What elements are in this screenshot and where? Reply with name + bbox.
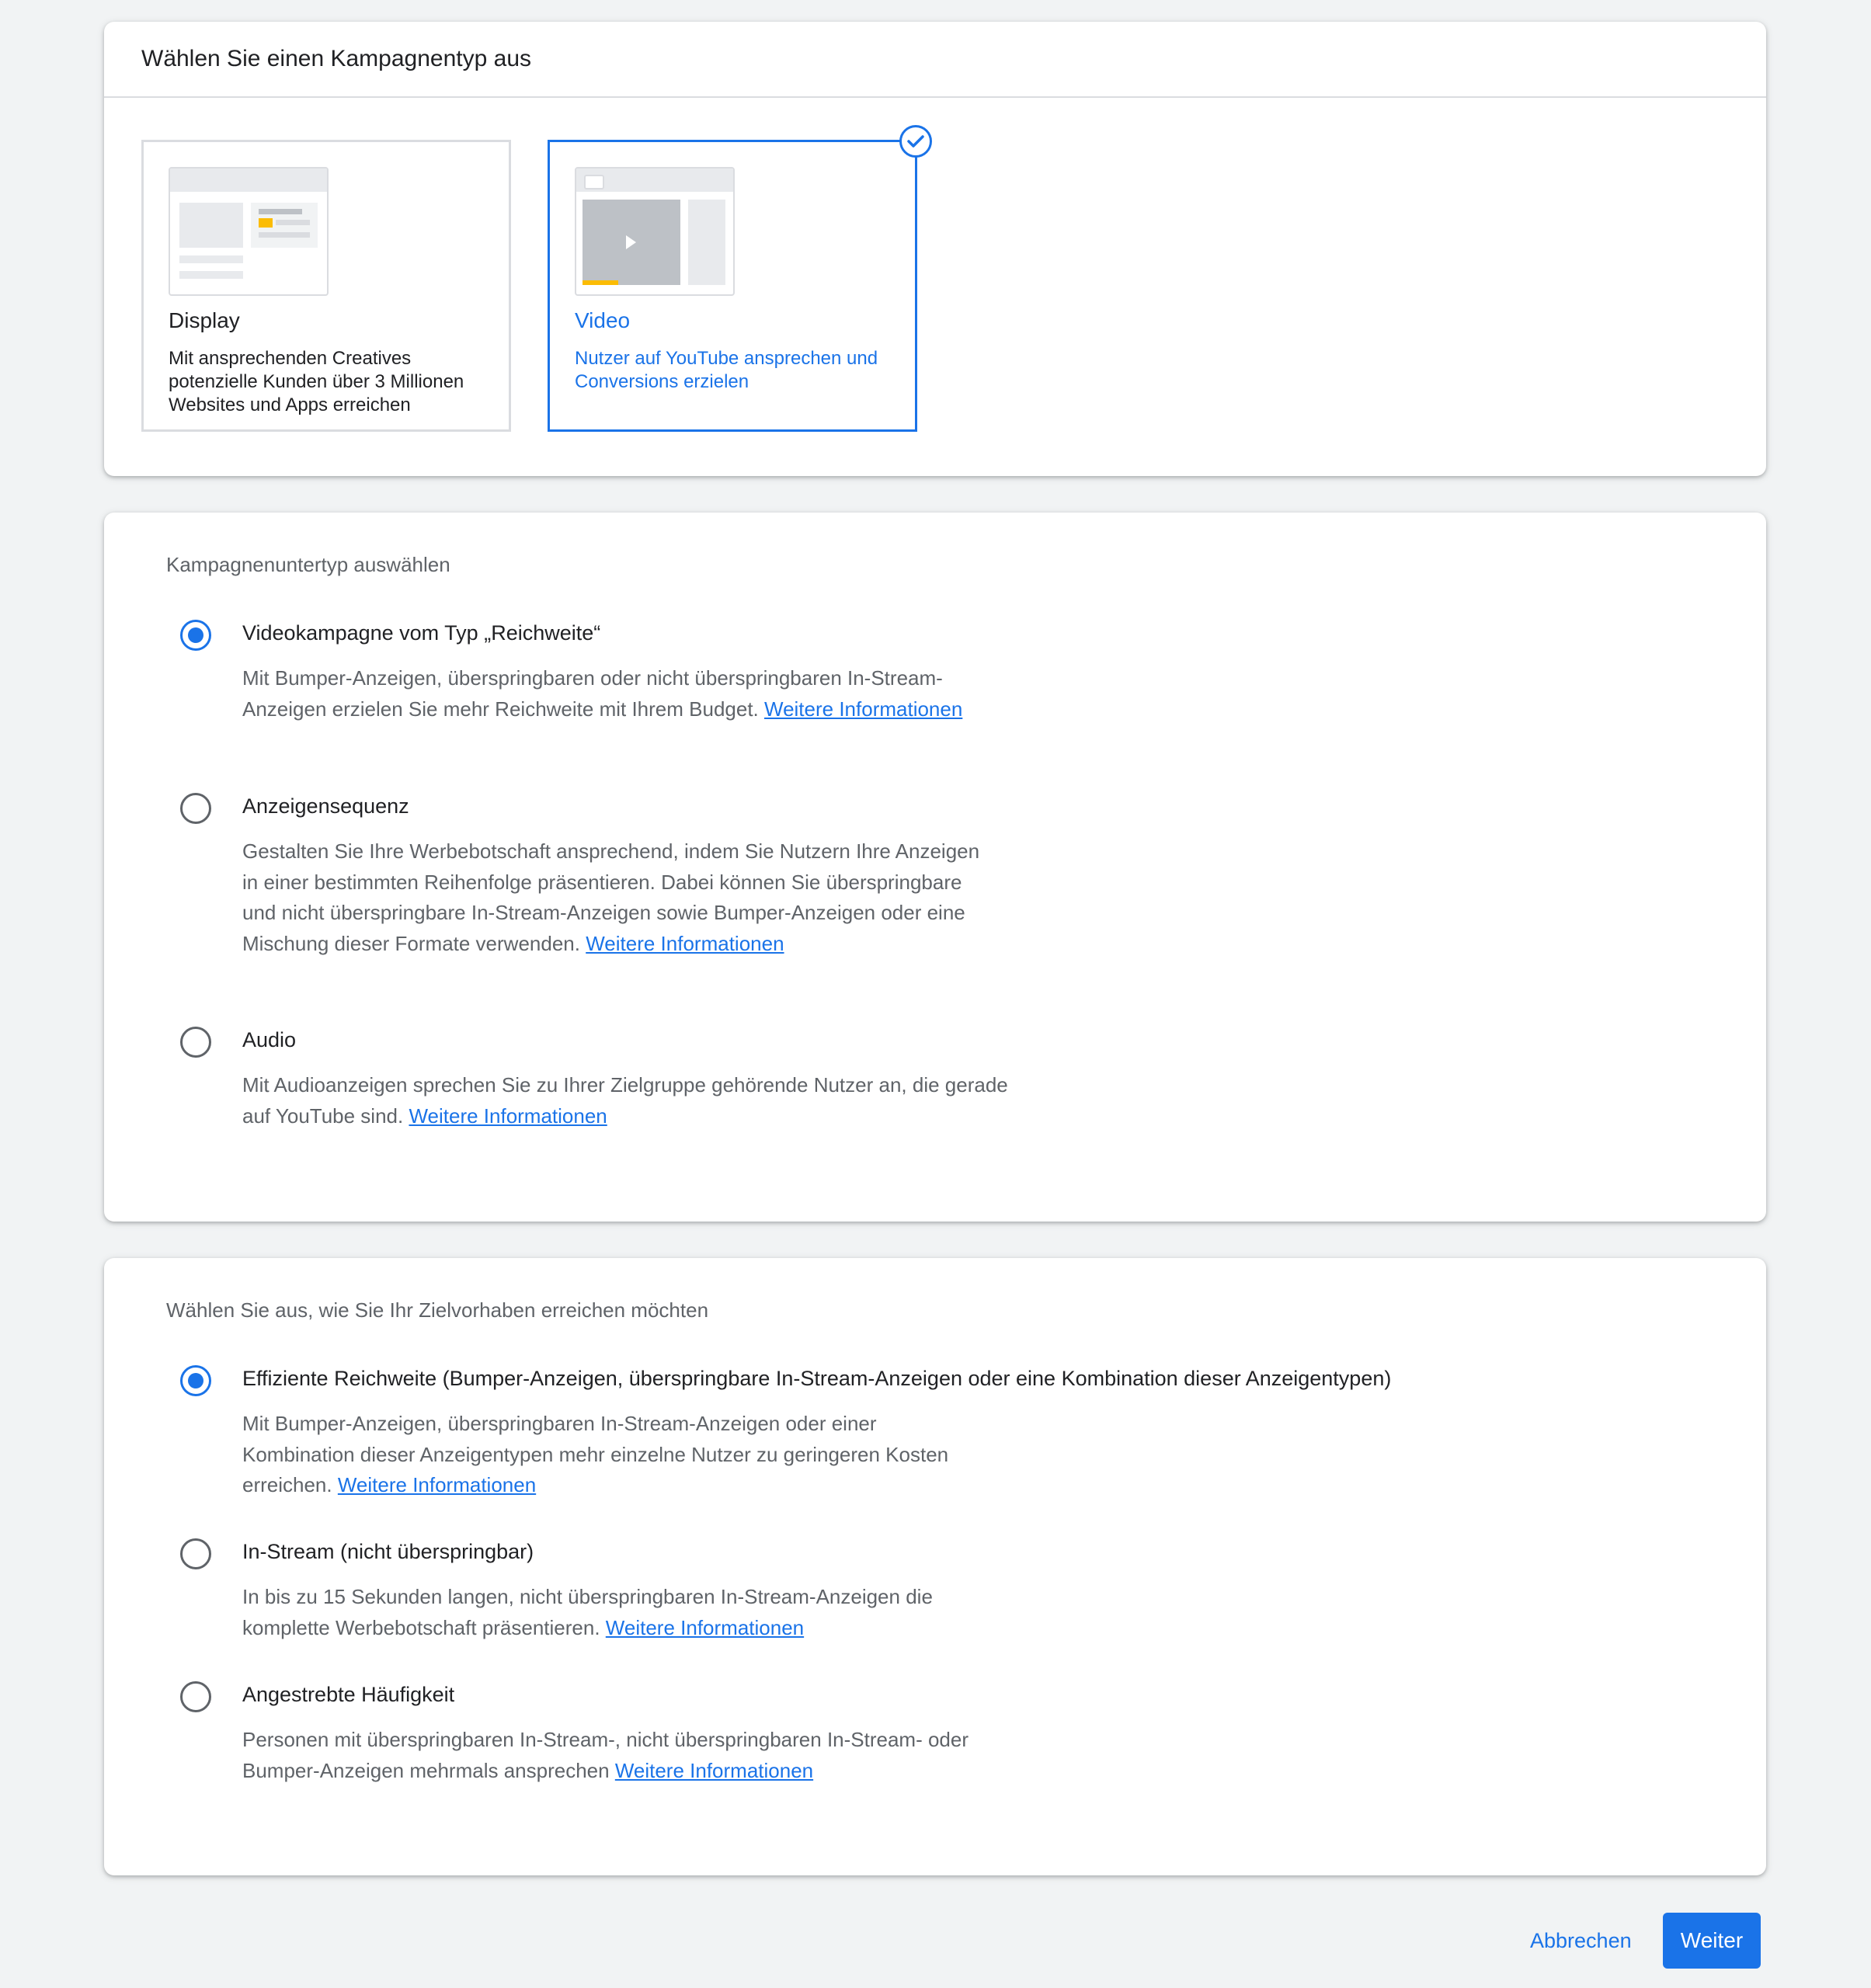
goal-section-label: Wählen Sie aus, wie Sie Ihr Zielvorhaben…	[166, 1298, 709, 1322]
learn-more-link[interactable]: Weitere Informationen	[338, 1473, 536, 1496]
video-thumbnail-icon	[575, 167, 735, 296]
tile-video[interactable]: Video Nutzer auf YouTube ansprechen und …	[548, 125, 932, 432]
learn-more-link[interactable]: Weitere Informationen	[764, 697, 962, 721]
radio-button-target-frequency[interactable]	[180, 1681, 211, 1712]
radio-button-efficient-reach[interactable]	[180, 1365, 211, 1396]
subtype-section-label: Kampagnenuntertyp auswählen	[166, 553, 450, 576]
learn-more-link[interactable]: Weitere Informationen	[586, 932, 784, 955]
radio-description: In bis zu 15 Sekunden langen, nicht über…	[242, 1582, 1011, 1643]
description-text: Mit Audioanzeigen sprechen Sie zu Ihrer …	[242, 1073, 1008, 1128]
goal-card: Wählen Sie aus, wie Sie Ihr Zielvorhaben…	[104, 1258, 1766, 1875]
radio-label: Anzeigensequenz	[242, 794, 409, 818]
radio-button-reach[interactable]	[180, 620, 211, 651]
tile-video-title: Video	[575, 308, 631, 332]
radio-description: Personen mit überspringbaren In-Stream-,…	[242, 1725, 1011, 1786]
campaign-type-heading: Wählen Sie einen Kampagnentyp aus	[104, 22, 1766, 98]
radio-button-audio[interactable]	[180, 1027, 211, 1058]
radio-label: Videokampagne vom Typ „Reichweite“	[242, 621, 601, 645]
radio-button-sequence[interactable]	[180, 793, 211, 824]
radio-label: Angestrebte Häufigkeit	[242, 1683, 455, 1706]
radio-description: Mit Bumper-Anzeigen, überspringbaren In-…	[242, 1409, 957, 1501]
campaign-subtype-card: Kampagnenuntertyp auswählen Videokampagn…	[104, 513, 1766, 1222]
learn-more-link[interactable]: Weitere Informationen	[606, 1616, 804, 1639]
campaign-type-card: Wählen Sie einen Kampagnentyp aus Displa…	[104, 22, 1766, 476]
description-text: In bis zu 15 Sekunden langen, nicht über…	[242, 1585, 933, 1639]
learn-more-link[interactable]: Weitere Informationen	[615, 1759, 813, 1782]
radio-label: Effiziente Reichweite (Bumper-Anzeigen, …	[242, 1367, 1392, 1390]
radio-description: Mit Bumper-Anzeigen, überspringbaren ode…	[242, 663, 1011, 725]
radio-description: Mit Audioanzeigen sprechen Sie zu Ihrer …	[242, 1070, 1011, 1131]
radio-label: Audio	[242, 1028, 297, 1051]
tile-video-description: Nutzer auf YouTube ansprechen und Conver…	[575, 348, 878, 392]
radio-label: In-Stream (nicht überspringbar)	[242, 1540, 534, 1563]
radio-description: Gestalten Sie Ihre Werbebotschaft anspre…	[242, 836, 988, 959]
radio-button-instream[interactable]	[180, 1538, 211, 1569]
description-text: Personen mit überspringbaren In-Stream-,…	[242, 1728, 969, 1782]
check-circle-icon	[899, 125, 932, 158]
tile-display[interactable]: Display Mit ansprechenden Creatives pote…	[141, 140, 511, 432]
tile-display-title: Display	[169, 308, 240, 332]
display-thumbnail-icon	[169, 167, 329, 296]
campaign-type-tiles: Display Mit ansprechenden Creatives pote…	[104, 98, 1766, 478]
next-button[interactable]: Weiter	[1663, 1913, 1761, 1969]
tile-display-description: Mit ansprechenden Creatives potenzielle …	[169, 348, 464, 415]
learn-more-link[interactable]: Weitere Informationen	[409, 1104, 607, 1128]
cancel-button[interactable]: Abbrechen	[1515, 1914, 1647, 1967]
